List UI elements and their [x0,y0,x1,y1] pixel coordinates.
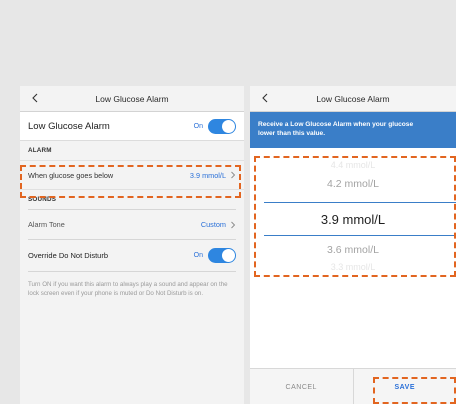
nav-title: Low Glucose Alarm [316,93,390,104]
alarm-row-label: Low Glucose Alarm [28,120,110,132]
sounds-section-heading: SOUNDS [20,190,244,209]
glucose-threshold-picker-screen: Low Glucose Alarm Receive a Low Glucose … [250,86,456,404]
glucose-value-picker[interactable]: 4.4 mmol/L 4.2 mmol/L 3.9 mmol/L 3.6 mmo… [250,148,456,380]
low-glucose-alarm-row: Low Glucose Alarm On [20,112,244,141]
nav-bar: Low Glucose Alarm [250,86,456,112]
banner-line-2: lower than this value. [258,130,326,137]
toggle-knob [222,119,235,133]
override-toggle[interactable] [208,248,236,263]
override-help-text: Turn ON if you want this alarm to always… [28,281,228,298]
picker-selection-line-top [264,202,456,203]
alarm-section-heading: ALARM [20,141,244,160]
alarm-toggle-state: On [193,122,203,130]
picker-item-selected[interactable]: 3.9 mmol/L [250,212,456,227]
glucose-threshold-label: When glucose goes below [28,170,114,180]
picker-item-above[interactable]: 4.2 mmol/L [250,178,456,190]
override-toggle-state: On [193,252,203,259]
toggle-knob [222,249,235,262]
alarm-tone-row[interactable]: Alarm Tone Custom [20,210,244,239]
banner-line-1: Receive a Low Glucose Alarm when your gl… [258,121,414,128]
alarm-toggle[interactable] [208,118,236,134]
glucose-threshold-value: 3.9 mmol/L [189,170,226,180]
cancel-button[interactable]: CANCEL [250,369,354,404]
chevron-right-icon [230,221,236,229]
nav-title: Low Glucose Alarm [95,93,169,104]
picker-item-far-above[interactable]: 4.4 mmol/L [250,160,456,170]
instruction-banner: Receive a Low Glucose Alarm when your gl… [250,112,456,148]
picker-item-far-below[interactable]: 3.3 mmol/L [250,262,456,272]
alarm-tone-value: Custom [200,220,226,229]
low-glucose-settings-screen: Low Glucose Alarm Low Glucose Alarm On A… [20,86,244,404]
override-dnd-label: Override Do Not Disturb [28,251,109,260]
screen-background: { "left_screen": { "nav_title": "Low Glu… [0,0,456,404]
alarm-tone-value-group: Custom [201,220,236,229]
glucose-threshold-row[interactable]: When glucose goes below 3.9 mmol/L [20,160,244,190]
chevron-right-icon [230,171,236,179]
nav-bar: Low Glucose Alarm [20,86,244,112]
picker-selection-line-bottom [264,235,456,236]
override-toggle-group: On [194,248,236,263]
override-dnd-row: Override Do Not Disturb On [20,240,244,271]
glucose-threshold-value-group: 3.9 mmol/L [190,171,236,180]
save-button[interactable]: SAVE [354,369,456,404]
picker-item-below[interactable]: 3.6 mmol/L [250,244,456,256]
alarm-tone-label: Alarm Tone [28,220,65,229]
alarm-toggle-group: On [193,118,236,134]
picker-action-bar: CANCEL SAVE [250,368,456,404]
back-chevron-icon[interactable] [29,91,41,105]
back-chevron-icon[interactable] [259,91,271,105]
